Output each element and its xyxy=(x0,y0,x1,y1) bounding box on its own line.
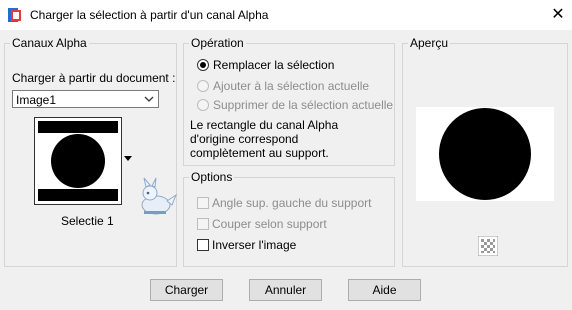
checkbox-couper-label[interactable]: Couper selon support xyxy=(212,217,327,231)
annuler-button[interactable]: Annuler xyxy=(249,279,322,301)
checkbox-angle[interactable] xyxy=(197,197,209,209)
channel-name: Selectie 1 xyxy=(61,214,114,228)
radio-remplacer-label[interactable]: Remplacer la sélection xyxy=(213,58,334,72)
radio-supprimer-label[interactable]: Supprimer de la sélection actuelle xyxy=(213,98,393,112)
preview-image xyxy=(416,107,554,201)
preview-shape xyxy=(439,108,531,200)
caret-down-icon[interactable] xyxy=(123,155,133,163)
operation-info-line2: d'origine correspond xyxy=(190,132,299,146)
operation-info-line1: Le rectangle du canal Alpha xyxy=(190,118,339,132)
radio-ajouter[interactable] xyxy=(197,80,209,92)
channel-thumbnail-image xyxy=(35,118,121,204)
apercu-label: Aperçu xyxy=(408,36,451,50)
channel-thumbnail[interactable] xyxy=(34,117,122,205)
operation-info-line3: complètement au support. xyxy=(190,146,329,160)
mascot-icon xyxy=(141,177,178,215)
radio-supprimer[interactable] xyxy=(197,99,209,111)
checkbox-inverser[interactable] xyxy=(197,239,209,251)
radio-ajouter-label[interactable]: Ajouter à la sélection actuelle xyxy=(213,79,369,93)
operation-label: Opération xyxy=(189,36,246,50)
doc-label: Charger à partir du document : xyxy=(12,71,176,85)
checkbox-couper[interactable] xyxy=(197,218,209,230)
options-label: Options xyxy=(189,170,235,184)
document-select-value: Image1 xyxy=(16,93,57,107)
radio-selected-dot xyxy=(200,62,206,68)
close-icon[interactable]: ✕ xyxy=(546,4,570,26)
paintshop-app-icon xyxy=(8,8,21,22)
aide-button[interactable]: Aide xyxy=(348,279,421,301)
checkerboard-icon[interactable] xyxy=(478,236,498,256)
checkbox-inverser-label[interactable]: Inverser l'image xyxy=(212,238,296,252)
radio-remplacer[interactable] xyxy=(197,59,209,71)
document-select[interactable]: Image1 xyxy=(12,90,159,108)
charger-button[interactable]: Charger xyxy=(150,279,223,301)
checkbox-angle-label[interactable]: Angle sup. gauche du support xyxy=(212,196,371,210)
chevron-down-icon xyxy=(144,96,154,102)
window-title: Charger la sélection à partir d'un canal… xyxy=(30,8,269,22)
canaux-alpha-label: Canaux Alpha xyxy=(10,36,89,50)
